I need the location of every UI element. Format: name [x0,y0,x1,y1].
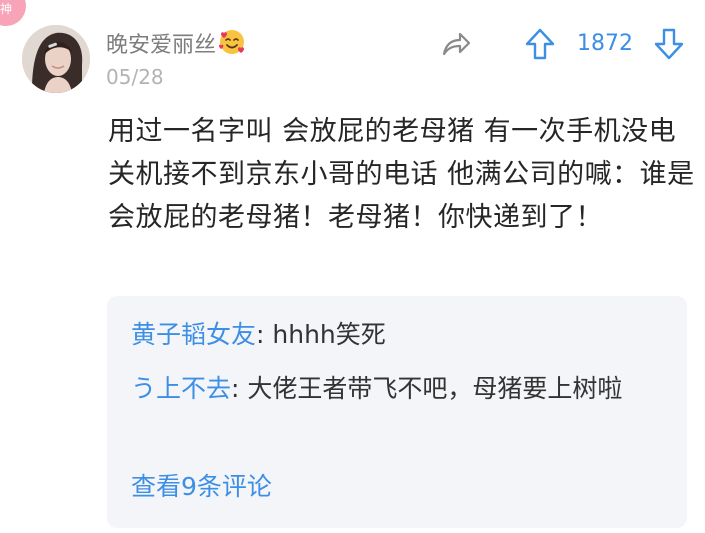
reply-text: 大佬王者带飞不吧，母猪要上树啦 [239,374,623,403]
smiling-face-with-hearts-icon [218,28,246,66]
post-date: 05/28 [106,65,164,89]
replies-panel: 黄子韬女友: hhhh笑死 う上不去: 大佬王者带飞不吧，母猪要上树啦 查看9条… [107,296,687,528]
reply-item[interactable]: う上不去: 大佬王者带飞不吧，母猪要上树啦 [131,370,671,407]
reply-text: hhhh笑死 [264,320,386,349]
username[interactable]: 晚安爱丽丝 [106,28,246,66]
avatar-photo [22,25,90,93]
username-text: 晚安爱丽丝 [106,33,217,58]
reply-author[interactable]: う上不去 [131,374,231,403]
comment-card: 神 晚安爱丽丝 05/28 1872 用过一名字叫 会放屁的老母猪 有一次手机没… [0,0,705,533]
reply-item[interactable]: 黄子韬女友: hhhh笑死 [131,316,671,353]
view-all-replies-link[interactable]: 查看9条评论 [131,468,272,505]
upvote-arrow-icon[interactable] [524,27,556,61]
comment-body: 用过一名字叫 会放屁的老母猪 有一次手机没电关机接不到京东小哥的电话 他满公司的… [108,116,695,233]
downvote-arrow-icon[interactable] [653,27,685,61]
avatar[interactable] [22,25,90,93]
reply-author[interactable]: 黄子韬女友 [131,320,256,349]
god-comment-badge: 神 [0,0,26,26]
share-icon[interactable] [440,28,472,60]
god-badge-label: 神 [0,2,13,16]
vote-count: 1872 [577,31,633,56]
